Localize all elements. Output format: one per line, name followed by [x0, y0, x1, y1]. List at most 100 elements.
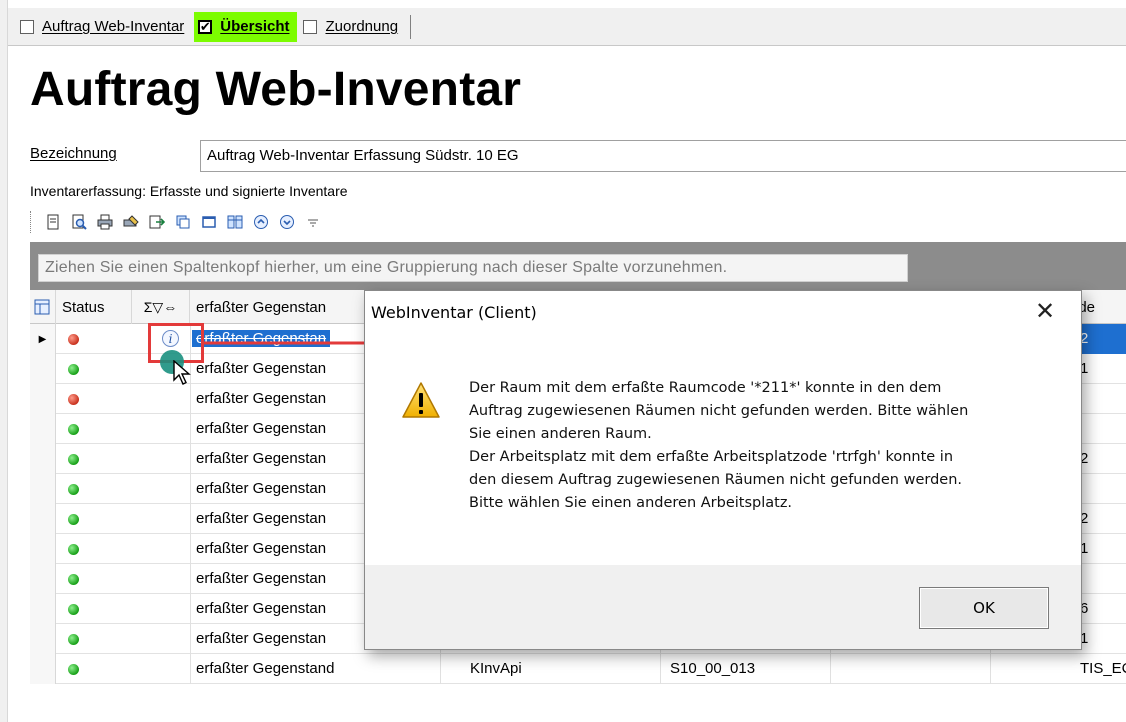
- grid-column-divider: [190, 624, 191, 654]
- grid-column-divider: [190, 564, 191, 594]
- status-green-icon: [68, 604, 79, 615]
- group-by-area[interactable]: Ziehen Sie einen Spaltenkopf hierher, um…: [30, 242, 1126, 290]
- new-record-icon[interactable]: [41, 210, 65, 234]
- cell-gegenstand: erfaßter Gegenstan: [196, 450, 327, 467]
- dialog-title: WebInventar (Client): [371, 303, 537, 322]
- status-red-icon: [68, 394, 79, 405]
- cell-gegenstand: erfaßter Gegenstan: [196, 630, 327, 647]
- expand-all-icon[interactable]: [249, 210, 273, 234]
- columns-icon[interactable]: [223, 210, 247, 234]
- preview-icon[interactable]: [67, 210, 91, 234]
- column-chooser-icon[interactable]: [30, 290, 56, 324]
- window-icon[interactable]: [197, 210, 221, 234]
- tab-uebersicht[interactable]: ✔ Übersicht: [194, 11, 298, 42]
- row-selector[interactable]: [30, 444, 56, 474]
- bezeichnung-label: Bezeichnung: [30, 145, 117, 162]
- row-selector[interactable]: [30, 534, 56, 564]
- grid-column-divider: [190, 594, 191, 624]
- status-green-icon: [68, 544, 79, 555]
- cell-gegenstand: erfaßter Gegenstan: [196, 570, 327, 587]
- row-selector[interactable]: [30, 594, 56, 624]
- grid-column-divider: [190, 654, 191, 684]
- grid-column-divider: [190, 444, 191, 474]
- collapse-all-icon[interactable]: [275, 210, 299, 234]
- dialog-message-line: Der Raum mit dem erfaßte Raumcode '*211*…: [469, 380, 942, 396]
- cell-gegenstand: erfaßter Gegenstan: [196, 480, 327, 497]
- tab-label: Übersicht: [220, 18, 290, 35]
- row-selector[interactable]: [30, 504, 56, 534]
- window-left-edge: [0, 0, 8, 722]
- grid-column-divider: [660, 654, 661, 684]
- print-setup-icon[interactable]: [119, 210, 143, 234]
- tab-strip: Auftrag Web-Inventar ✔ Übersicht Zuordnu…: [8, 8, 1126, 46]
- grid-column-divider: [190, 534, 191, 564]
- tab-zuordnung[interactable]: Zuordnung: [299, 12, 406, 42]
- cell-modul: KInvApi: [470, 660, 522, 677]
- close-icon[interactable]: ✕: [1031, 297, 1059, 325]
- status-green-icon: [68, 514, 79, 525]
- section-caption: Inventarerfassung: Erfasste und signiert…: [30, 183, 348, 199]
- header-summary-filter-icon[interactable]: Σ▽⇔: [132, 290, 190, 324]
- tab-label: Zuordnung: [325, 18, 399, 35]
- grid-column-divider: [190, 384, 191, 414]
- row-selector[interactable]: [30, 354, 56, 384]
- dialog-footer: OK: [365, 565, 1081, 649]
- grid-column-divider: [990, 654, 991, 684]
- row-selector[interactable]: [30, 474, 56, 504]
- cell-gegenstand: erfaßter Gegenstan: [196, 420, 327, 437]
- cell-gegenstand: erfaßter Gegenstan: [196, 600, 327, 617]
- tab-auftrag-web-inventar[interactable]: Auftrag Web-Inventar: [16, 12, 192, 42]
- dialog-message-line: Bitte wählen Sie einen anderen Arbeitspl…: [469, 495, 793, 511]
- group-by-hint: Ziehen Sie einen Spaltenkopf hierher, um…: [38, 254, 908, 282]
- status-red-icon: [68, 334, 79, 345]
- status-green-icon: [68, 364, 79, 375]
- dialog-message-line: Auftrag zugewiesenen Räumen nicht gefund…: [469, 403, 969, 419]
- tab-checkbox-checked-icon: ✔: [198, 19, 213, 34]
- header-status[interactable]: Status: [56, 290, 132, 324]
- filter-clear-icon[interactable]: [301, 210, 325, 234]
- grid-column-divider: [440, 654, 441, 684]
- page-title: Auftrag Web-Inventar: [30, 63, 522, 116]
- cell-gegenstand: erfaßter Gegenstan: [196, 510, 327, 527]
- status-green-icon: [68, 634, 79, 645]
- status-green-icon: [68, 424, 79, 435]
- ok-button[interactable]: OK: [919, 587, 1049, 629]
- tab-checkbox-unchecked: [303, 19, 318, 34]
- dialog-message-line: den diesem Auftrag zugewiesenen Räumen n…: [469, 472, 963, 488]
- tab-separator: [410, 14, 412, 39]
- mouse-cursor-icon: [173, 360, 191, 385]
- status-green-icon: [68, 574, 79, 585]
- grid-column-divider: [190, 504, 191, 534]
- status-green-icon: [68, 484, 79, 495]
- row-selector[interactable]: [30, 624, 56, 654]
- grid-column-divider: [190, 414, 191, 444]
- copy-icon[interactable]: [171, 210, 195, 234]
- status-green-icon: [68, 664, 79, 675]
- row-selector[interactable]: [30, 564, 56, 594]
- bezeichnung-field[interactable]: Auftrag Web-Inventar Erfassung Südstr. 1…: [200, 140, 1126, 172]
- dialog-message: Der Raum mit dem erfaßte Raumcode '*211*…: [469, 377, 1049, 515]
- cell-gegenstand: erfaßter Gegenstan: [196, 540, 327, 557]
- row-selector[interactable]: [30, 384, 56, 414]
- print-icon[interactable]: [93, 210, 117, 234]
- grid-column-divider: [830, 654, 831, 684]
- grid-column-divider: [190, 474, 191, 504]
- cell-raum: S10_00_013: [670, 660, 756, 677]
- tab-checkbox-unchecked: [20, 19, 34, 34]
- dialog-message-line: Sie einen anderen Raum.: [469, 426, 652, 442]
- toolbar-grip: [30, 211, 33, 233]
- warning-icon: [402, 382, 440, 418]
- grid-toolbar: [30, 208, 327, 236]
- table-row[interactable]: erfaßter Gegenstand KInvApi S10_00_013 TIS_…: [30, 654, 1126, 684]
- cell-gegenstand: erfaßter Gegenstand: [196, 660, 335, 677]
- row-selector[interactable]: ▶: [30, 324, 56, 354]
- cell-code: TIS_ECK_01: [1080, 660, 1126, 677]
- message-dialog: WebInventar (Client) ✕ Der Raum mit dem …: [364, 290, 1082, 650]
- cell-gegenstand: erfaßter Gegenstan: [196, 360, 327, 377]
- tab-label: Auftrag Web-Inventar: [42, 18, 185, 35]
- row-selector[interactable]: [30, 414, 56, 444]
- cell-gegenstand: erfaßter Gegenstan: [196, 390, 327, 407]
- export-icon[interactable]: [145, 210, 169, 234]
- row-selector[interactable]: [30, 654, 56, 684]
- status-green-icon: [68, 454, 79, 465]
